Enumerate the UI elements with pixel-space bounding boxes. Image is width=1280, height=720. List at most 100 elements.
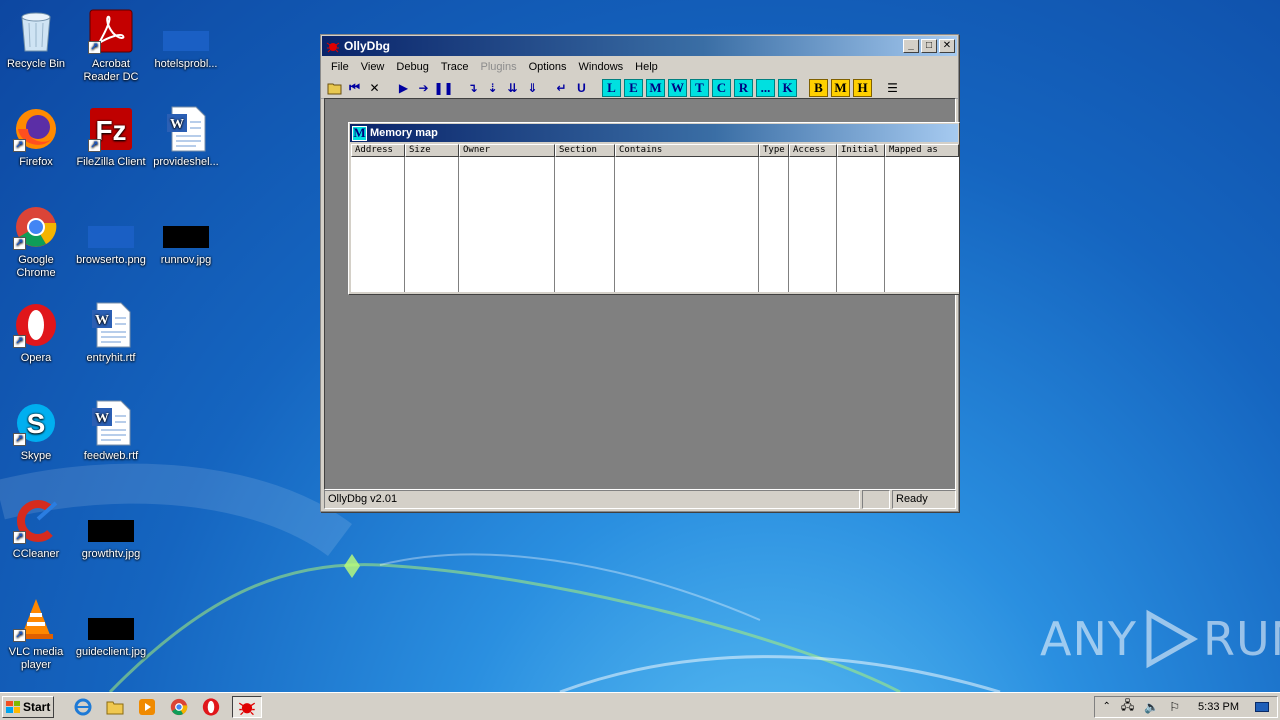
start-button[interactable]: Start [2, 695, 54, 718]
clock[interactable]: 5:33 PM [1198, 701, 1239, 713]
menu-options[interactable]: Options [523, 61, 573, 73]
opera-taskbar-icon[interactable] [200, 696, 222, 718]
menu-view[interactable]: View [355, 61, 391, 73]
minimize-button[interactable]: _ [903, 39, 919, 53]
shortcut-arrow-icon: ↗ [13, 629, 26, 642]
memory-map-body[interactable] [351, 157, 959, 292]
trace-over-icon[interactable]: ⇓ [523, 79, 542, 97]
desktop-icon-guideclient[interactable]: guideclient.jpg [73, 596, 149, 659]
ollydbg-titlebar[interactable]: OllyDbg _ □ ✕ [322, 36, 957, 56]
desktop-icon-ccleaner[interactable]: ↗ CCleaner [0, 498, 74, 561]
desktop-icon-vlc[interactable]: ↗ VLC media player [0, 596, 74, 672]
desktop-icon-feedweb[interactable]: W feedweb.rtf [73, 400, 149, 463]
toolbar-call-stack-button[interactable]: K [778, 78, 797, 97]
volume-icon[interactable]: 🔈 [1144, 700, 1159, 714]
action-center-flag-icon[interactable]: ⚐ [1169, 700, 1180, 714]
memory-map-table[interactable]: Address Size Owner Section Contains Type… [351, 144, 959, 292]
column-header-type[interactable]: Type [759, 144, 789, 157]
toolbar-windows-button[interactable]: W [668, 78, 687, 97]
memory-map-window[interactable]: M Memory map Address Size Owner Section … [348, 122, 960, 295]
desktop-icon-chrome[interactable]: ↗ Google Chrome [0, 204, 74, 280]
chrome-taskbar-icon[interactable] [168, 696, 190, 718]
step-over-icon[interactable]: ⇣ [483, 79, 502, 97]
execute-till-return-icon[interactable]: ↵ [552, 79, 571, 97]
menu-trace[interactable]: Trace [435, 61, 475, 73]
watermark-left-text: ANY [1040, 612, 1137, 666]
desktop-icon-label: feedweb.rtf [83, 450, 139, 462]
column-header-address[interactable]: Address [351, 144, 405, 157]
image-file-icon [88, 498, 134, 544]
toolbar-threads-button[interactable]: T [690, 78, 709, 97]
menu-windows[interactable]: Windows [573, 61, 630, 73]
restart-icon[interactable]: ⏮ [345, 79, 364, 97]
media-player-icon[interactable] [136, 696, 158, 718]
desktop-icon-skype[interactable]: S ↗ Skype [0, 400, 74, 463]
desktop-icon-filezilla[interactable]: Fz ↗ FileZilla Client [73, 106, 149, 169]
memory-map-title: Memory map [370, 127, 438, 139]
menu-help[interactable]: Help [629, 61, 664, 73]
internet-explorer-icon[interactable] [72, 696, 94, 718]
desktop-icon-entryhit[interactable]: W entryhit.rtf [73, 302, 149, 365]
explorer-folder-icon[interactable] [104, 696, 126, 718]
desktop-icon-label: Recycle Bin [6, 58, 66, 70]
run-thread-icon[interactable]: ➔ [414, 79, 433, 97]
execute-till-user-code-icon[interactable]: U [572, 79, 591, 97]
column-header-owner[interactable]: Owner [459, 144, 555, 157]
close-button[interactable]: ✕ [939, 39, 955, 53]
desktop-icon-label: VLC media player [8, 646, 64, 671]
shortcut-arrow-icon: ↗ [13, 433, 26, 446]
toolbar-memory-breakpoints-button[interactable]: M [831, 78, 850, 97]
menu-file[interactable]: File [325, 61, 355, 73]
desktop-icon-label: hotelsprobl... [154, 58, 218, 70]
step-into-icon[interactable]: ↴ [463, 79, 482, 97]
menu-plugins[interactable]: Plugins [475, 61, 523, 73]
toolbar-references-button[interactable]: R [734, 78, 753, 97]
menu-debug[interactable]: Debug [390, 61, 434, 73]
toolbar-run-trace-button[interactable]: ... [756, 78, 775, 97]
toolbar-executables-button[interactable]: E [624, 78, 643, 97]
shortcut-arrow-icon: ↗ [88, 139, 101, 152]
toolbar-cpu-button[interactable]: C [712, 78, 731, 97]
chrome-icon: ↗ [13, 204, 59, 250]
ollydbg-taskbar-button[interactable] [232, 695, 262, 718]
toolbar-hardware-breakpoints-button[interactable]: H [853, 78, 872, 97]
pause-icon[interactable]: ❚❚ [433, 79, 453, 97]
toolbar-memory-button[interactable]: M [646, 78, 665, 97]
trace-into-icon[interactable]: ⇊ [503, 79, 522, 97]
desktop-icon-growthtv[interactable]: growthtv.jpg [73, 498, 149, 561]
desktop-icon-label: CCleaner [12, 548, 60, 560]
ccleaner-icon: ↗ [13, 498, 59, 544]
list-icon[interactable]: ☰ [883, 79, 902, 97]
toolbar-log-button[interactable]: L [602, 78, 621, 97]
column-header-contains[interactable]: Contains [615, 144, 759, 157]
network-icon[interactable]: 🖧 [1121, 696, 1134, 717]
desktop-icon-recycle-bin[interactable]: Recycle Bin [0, 8, 74, 71]
desktop-icon-opera[interactable]: ↗ Opera [0, 302, 74, 365]
shortcut-arrow-icon: ↗ [88, 41, 101, 54]
desktop-icon-firefox[interactable]: ↗ Firefox [0, 106, 74, 169]
run-icon[interactable]: ▶ [394, 79, 413, 97]
desktop-icon-runnov[interactable]: runnov.jpg [148, 204, 224, 267]
column-header-section[interactable]: Section [555, 144, 615, 157]
close-process-icon[interactable]: ✕ [365, 79, 384, 97]
opera-icon: ↗ [13, 302, 59, 348]
open-folder-icon[interactable] [325, 79, 344, 97]
memory-map-titlebar[interactable]: M Memory map [350, 124, 958, 142]
desktop-icon-hotelsprobl[interactable]: hotelsprobl... [148, 8, 224, 71]
column-header-access[interactable]: Access [789, 144, 837, 157]
maximize-button[interactable]: □ [921, 39, 937, 53]
status-middle [862, 490, 890, 509]
svg-text:W: W [170, 117, 184, 132]
column-header-mapped-as[interactable]: Mapped as [885, 144, 959, 157]
toolbar-breakpoints-button[interactable]: B [809, 78, 828, 97]
column-header-size[interactable]: Size [405, 144, 459, 157]
ollydbg-window[interactable]: OllyDbg _ □ ✕ File View Debug Trace Plug… [320, 34, 960, 512]
desktop-icon-browserto[interactable]: browserto.png [73, 204, 149, 267]
desktop-icon-provideshel[interactable]: W provideshel... [148, 106, 224, 169]
desktop-icon-acrobat[interactable]: ↗ Acrobat Reader DC [73, 8, 149, 84]
column-header-initial[interactable]: Initial [837, 144, 885, 157]
show-hidden-icons-icon[interactable]: ⌃ [1103, 701, 1111, 712]
desktop-icon-label: Acrobat Reader DC [83, 58, 139, 83]
show-desktop-icon[interactable] [1255, 701, 1269, 712]
status-state: Ready [892, 490, 956, 509]
